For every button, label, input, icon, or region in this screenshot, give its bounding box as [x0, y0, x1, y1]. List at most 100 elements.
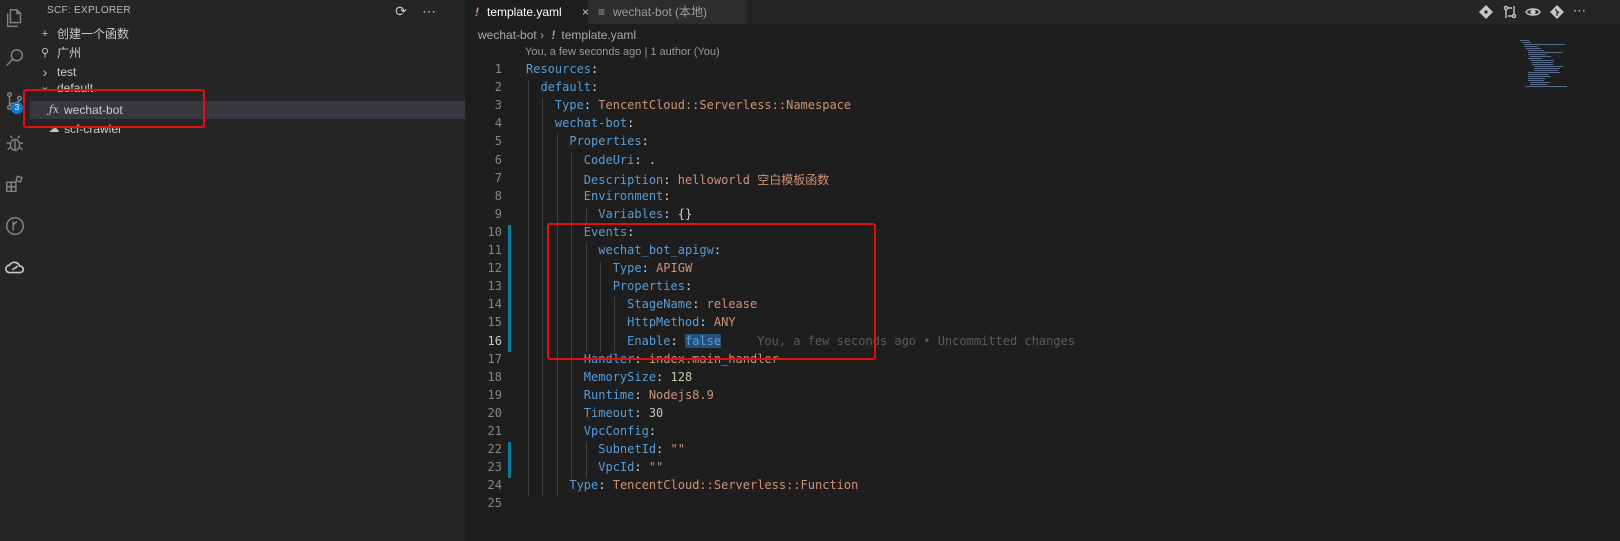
tab-wechat-bot-local[interactable]: ≡ wechat-bot (本地): [588, 0, 746, 24]
tab-template-yaml[interactable]: ! template.yaml ×: [465, 0, 597, 24]
debug-icon[interactable]: [3, 131, 27, 155]
tab-label: template.yaml: [487, 5, 562, 19]
code-line[interactable]: default:: [526, 80, 598, 94]
code-line[interactable]: SubnetId: "": [526, 442, 685, 456]
tree-item-scf-crawler[interactable]: ☁ scf-crawler: [30, 120, 465, 138]
scf-explorer-sidebar: SCF: EXPLORER ⟳ ⋯ + 创建一个函数 ⚲ 广州 › test ⌄…: [23, 0, 465, 541]
code-line[interactable]: Timeout: 30: [526, 406, 663, 420]
minimap-line: [1530, 56, 1551, 57]
indent-guide: [571, 153, 572, 479]
yaml-separator: :: [634, 352, 649, 366]
refresh-icon[interactable]: ⟳: [392, 2, 410, 20]
breadcrumb-separator: ›: [540, 28, 545, 42]
gitlens-icon[interactable]: [3, 214, 27, 238]
line-number: 5: [494, 134, 502, 148]
breadcrumb-file[interactable]: template.yaml: [561, 28, 636, 42]
preview-file-icon: ≡: [598, 5, 606, 19]
minimap-line: [1528, 80, 1544, 81]
code-line[interactable]: Runtime: Nodejs8.9: [526, 388, 714, 402]
yaml-value: "": [670, 442, 685, 456]
yaml-separator: :: [641, 134, 649, 148]
minimap[interactable]: [1520, 40, 1580, 100]
code-line[interactable]: VpcConfig:: [526, 424, 656, 438]
tree-item-default[interactable]: ⌄ default: [30, 81, 465, 100]
git-icon[interactable]: [1549, 4, 1565, 20]
tree-item-label: 创建一个函数: [57, 27, 130, 41]
scf-cloud-icon[interactable]: [3, 256, 27, 280]
code-line[interactable]: wechat_bot_apigw:: [526, 243, 721, 257]
code-line[interactable]: VpcId: "": [526, 460, 663, 474]
yaml-key: Description: [583, 173, 664, 187]
tree-item-label: default: [57, 81, 94, 95]
code-line[interactable]: Type: TencentCloud::Serverless::Function: [526, 478, 858, 492]
code-line[interactable]: Type: TencentCloud::Serverless::Namespac…: [526, 98, 851, 112]
codelens-author[interactable]: You, a few seconds ago | 1 author (You): [525, 46, 720, 58]
yaml-value: 30: [648, 406, 664, 420]
minimap-line: [1534, 66, 1563, 67]
code-line[interactable]: Enable: false You, a few seconds ago • Un…: [526, 334, 1075, 348]
cloud-icon: ☁: [48, 123, 60, 135]
open-changes-icon[interactable]: [1502, 4, 1518, 20]
search-icon[interactable]: [3, 46, 27, 70]
code-line[interactable]: Properties:: [526, 279, 692, 293]
toggle-blame-icon[interactable]: [1525, 4, 1541, 20]
yaml-separator: :: [656, 370, 671, 384]
yaml-value: release: [706, 297, 758, 311]
yaml-key: Type: [569, 478, 599, 492]
tree-item-region[interactable]: ⚲ 广州: [30, 44, 465, 62]
yaml-key: Properties: [569, 134, 642, 148]
code-line[interactable]: CodeUri: .: [526, 153, 656, 167]
yaml-key: default: [540, 80, 592, 94]
line-number: 7: [494, 171, 502, 185]
tree-item-label: wechat-bot: [64, 103, 123, 117]
yaml-value: ANY: [713, 315, 736, 329]
location-icon: ⚲: [40, 47, 50, 59]
breadcrumb-folder[interactable]: wechat-bot: [478, 28, 537, 42]
line-number: 1: [494, 62, 502, 76]
tree-item-create-function[interactable]: + 创建一个函数: [30, 25, 465, 43]
yaml-value: helloworld 空白模板函数: [677, 173, 830, 187]
code-line[interactable]: Handler: index.main_handler: [526, 352, 779, 366]
code-line[interactable]: Type: APIGW: [526, 261, 692, 275]
dirty-diff-indicator[interactable]: [508, 442, 511, 478]
indent-guide: [586, 442, 587, 478]
code-line[interactable]: MemorySize: 128: [526, 370, 692, 384]
extensions-icon[interactable]: [3, 172, 27, 196]
yaml-separator: :: [634, 460, 649, 474]
yaml-key: Resources: [526, 62, 592, 76]
tree-item-wechat-bot[interactable]: ƒx wechat-bot: [30, 101, 465, 119]
more-actions-icon[interactable]: ⋯: [420, 2, 438, 20]
line-number: 22: [487, 442, 502, 456]
yaml-key: Runtime: [583, 388, 635, 402]
code-line[interactable]: Variables: {}: [526, 207, 692, 221]
code-line[interactable]: StageName: release: [526, 297, 757, 311]
yaml-key: Timeout: [583, 406, 635, 420]
yaml-separator: :: [591, 62, 599, 76]
code-line[interactable]: Properties:: [526, 134, 649, 148]
yaml-key: MemorySize: [583, 370, 657, 384]
dirty-diff-indicator[interactable]: [508, 225, 511, 352]
line-number: 14: [487, 297, 502, 311]
yaml-key: CodeUri: [583, 153, 635, 167]
tree-item-test[interactable]: › test: [30, 63, 465, 81]
yaml-separator: :: [684, 279, 693, 293]
indent-guide: [542, 98, 543, 496]
code-line[interactable]: Resources:: [526, 62, 598, 76]
yaml-separator: :: [692, 297, 707, 311]
git-compare-icon[interactable]: [1478, 4, 1494, 20]
yaml-separator: :: [670, 334, 685, 348]
code-line[interactable]: Environment:: [526, 189, 671, 203]
files-icon[interactable]: [3, 6, 27, 30]
yaml-separator: :: [583, 98, 599, 112]
more-actions-icon[interactable]: ⋯: [1573, 4, 1589, 20]
yaml-key: VpcConfig: [583, 424, 649, 438]
